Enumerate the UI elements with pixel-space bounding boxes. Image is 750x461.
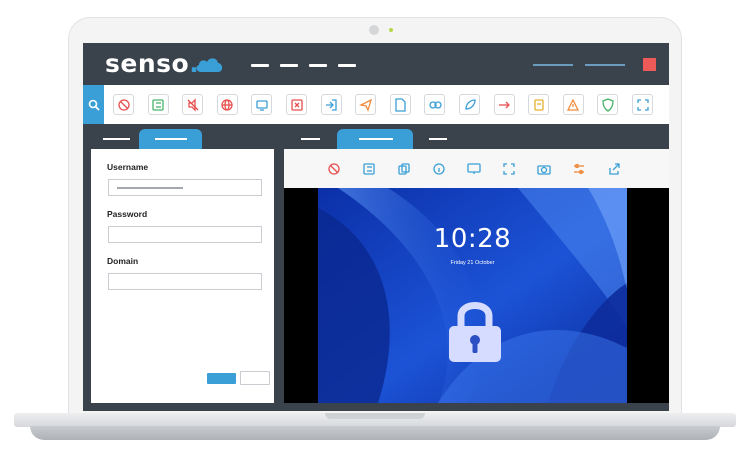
document-icon [534,98,544,111]
info-session-button[interactable] [432,162,446,176]
lock-screen: 10:28 Friday 21 October [318,188,627,403]
password-field[interactable] [108,226,262,243]
brand-logo[interactable]: senso. [105,49,199,78]
shield-tool-button[interactable] [597,94,619,115]
globe-icon [221,98,233,111]
gamepad-icon [429,100,442,109]
warning-tool-button[interactable] [562,94,584,115]
nav-item[interactable] [309,64,327,67]
monitor-session-button[interactable] [467,162,481,176]
monitor-icon [467,163,481,174]
checklist-icon [363,163,375,175]
rocket-icon [464,98,476,110]
file-icon [395,97,406,112]
fullscreen-session-button[interactable] [502,162,516,176]
rocket-tool-button[interactable] [459,94,480,115]
block-icon [117,98,130,111]
search-icon [88,99,100,111]
globe-tool-button[interactable] [216,94,238,115]
screen-share-tool-button[interactable] [251,94,273,115]
copy-session-button[interactable] [397,162,411,176]
nav-item[interactable] [251,64,269,67]
tab-item[interactable] [429,138,447,140]
usb-icon [499,101,511,108]
tab-active[interactable] [139,129,202,149]
lock-time: 10:28 [433,224,512,254]
tab-active[interactable] [337,129,413,149]
warning-icon [567,98,580,111]
close-window-tool-button[interactable] [286,94,307,115]
nav-item[interactable] [338,64,356,67]
login-tool-button[interactable] [320,94,342,115]
settings-sliders-icon [574,163,584,175]
login-tabs [91,129,274,149]
block-session-button[interactable] [327,162,341,176]
app-window: senso. Username Password Domain 10:28 Fr… [83,43,669,411]
camera-icon [537,165,551,175]
user-menu[interactable] [533,64,573,66]
domain-field[interactable] [108,273,262,290]
fullscreen-icon [503,163,515,175]
close-button[interactable] [643,58,656,71]
action-toolbar [83,85,669,124]
close-window-icon [290,98,303,111]
password-label: Password [107,209,148,219]
remote-screen[interactable]: 10:28 Friday 21 October [284,188,669,403]
scan-tool-button[interactable] [632,94,653,115]
settings-menu[interactable] [585,64,625,66]
cloud-icon [196,58,223,72]
tab-item[interactable] [301,138,320,140]
document-tool-button[interactable] [528,94,550,115]
username-label: Username [107,162,149,172]
username-field[interactable] [108,179,262,196]
wallpaper-image [318,188,627,403]
tab-active-label [359,138,393,140]
search-button[interactable] [83,85,104,124]
checklist-session-button[interactable] [362,162,376,176]
settings-sliders-session-button[interactable] [572,162,586,176]
send-icon [358,98,372,112]
connect-button[interactable] [207,373,236,384]
webcam-led [389,28,393,32]
laptop-mockup: senso. Username Password Domain 10:28 Fr… [0,0,750,461]
login-panel: Username Password Domain [91,129,274,403]
login-icon [326,98,337,111]
cancel-button[interactable] [240,371,270,385]
webcam [369,25,379,35]
checklist-tool-button[interactable] [147,94,169,115]
laptop-base-bottom [30,426,720,440]
block-icon [328,163,340,175]
username-value [117,187,183,189]
share-icon [609,163,620,175]
tab-item[interactable] [103,138,130,140]
copy-icon [398,163,410,175]
lock-icon [449,302,501,362]
tab-active-label [155,138,187,140]
block-tool-button[interactable] [113,94,134,115]
send-tool-button[interactable] [355,94,377,115]
camera-session-button[interactable] [537,162,551,176]
lock-date: Friday 21 October [450,260,495,266]
session-toolbar [284,149,669,188]
file-tool-button[interactable] [389,94,411,115]
usb-tool-button[interactable] [493,94,515,115]
scan-icon [636,98,649,111]
nav-item[interactable] [280,64,298,67]
laptop-notch [325,413,425,419]
mute-icon [187,97,199,112]
info-icon [433,163,445,175]
session-tabs [284,129,669,149]
gamepad-tool-button[interactable] [424,94,446,115]
shield-icon [602,97,614,112]
brand-name: senso [105,49,190,78]
top-bar: senso. [83,43,669,85]
screen-share-icon [256,99,268,111]
remote-session-panel: 10:28 Friday 21 October [284,129,669,403]
domain-label: Domain [107,256,139,266]
checklist-icon [152,98,164,111]
mute-tool-button[interactable] [182,94,204,115]
share-session-button[interactable] [607,162,621,176]
